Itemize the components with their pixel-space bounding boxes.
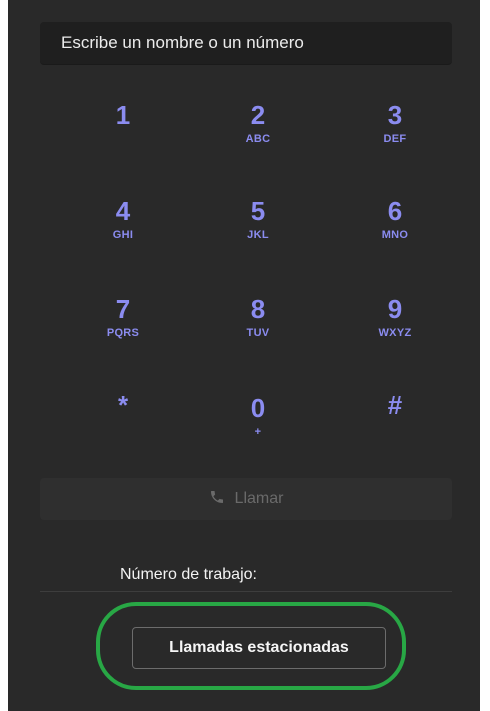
search-placeholder: Escribe un nombre o un número [61, 33, 304, 52]
dial-pad-panel: Escribe un nombre o un número 1 2 ABC 3 … [8, 0, 480, 711]
key-letters: MNO [381, 229, 409, 241]
key-digit: 9 [387, 294, 403, 324]
call-label: Llamar [234, 490, 284, 507]
key-digit: 2 [250, 100, 266, 130]
key-letters: PQRS [106, 327, 140, 339]
key-digit: * [117, 390, 129, 420]
key-letters: JKL [247, 229, 269, 241]
key-9[interactable]: 9 WXYZ [350, 294, 440, 364]
key-digit: 4 [115, 196, 131, 226]
work-number-label: Número de trabajo: [120, 566, 257, 583]
key-8[interactable]: 8 TUV [213, 294, 303, 364]
key-digit: 8 [250, 294, 266, 324]
key-star[interactable]: * [78, 390, 168, 460]
key-4[interactable]: 4 GHI [78, 196, 168, 266]
phone-icon [209, 489, 225, 510]
key-letters: TUV [246, 327, 270, 339]
call-button[interactable]: Llamar [40, 478, 452, 520]
parked-calls-button[interactable]: Llamadas estacionadas [132, 627, 386, 669]
key-digit: 6 [387, 196, 403, 226]
key-digit: 7 [115, 294, 131, 324]
key-hash[interactable]: # [350, 390, 440, 460]
key-1[interactable]: 1 [78, 100, 168, 170]
key-digit: # [387, 390, 403, 420]
divider [40, 591, 452, 592]
key-letters: ABC [245, 133, 271, 145]
key-letters: WXYZ [378, 327, 412, 339]
key-digit: 3 [387, 100, 403, 130]
key-7[interactable]: 7 PQRS [78, 294, 168, 364]
key-0[interactable]: 0 + [213, 393, 303, 463]
key-digit: 1 [115, 100, 131, 130]
key-5[interactable]: 5 JKL [213, 196, 303, 266]
key-2[interactable]: 2 ABC [213, 100, 303, 170]
key-letters: + [254, 426, 262, 438]
key-6[interactable]: 6 MNO [350, 196, 440, 266]
parked-calls-label: Llamadas estacionadas [169, 639, 349, 656]
search-input[interactable]: Escribe un nombre o un número [40, 22, 452, 65]
key-digit: 0 [250, 393, 266, 423]
key-digit: 5 [250, 196, 266, 226]
key-letters: GHI [112, 229, 134, 241]
key-letters: DEF [383, 133, 407, 145]
key-3[interactable]: 3 DEF [350, 100, 440, 170]
